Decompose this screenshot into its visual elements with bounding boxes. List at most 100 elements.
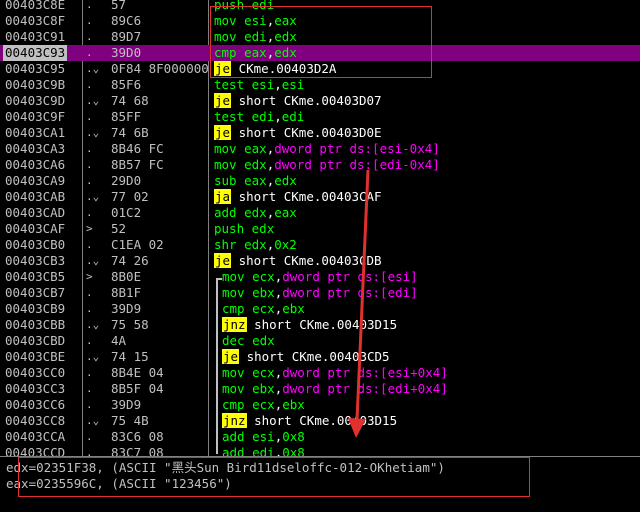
instruction-operand: 0x8	[282, 429, 305, 444]
row-flow-mark: .	[86, 110, 93, 123]
instruction-operand: dword ptr ds:[esi]	[282, 269, 418, 284]
instruction-mnemonic: mov	[214, 13, 237, 28]
instruction-mnemonic: je	[222, 349, 240, 364]
instruction-operand: edx	[251, 221, 275, 236]
info-line-edx: edx=02351F38, (ASCII "黑头Sun Bird11dselof…	[6, 460, 445, 475]
row-hex-bytes: 75 4B	[111, 413, 149, 428]
instruction-operand: edi	[244, 29, 267, 44]
instruction-mnemonic: push	[214, 221, 245, 236]
disasm-row[interactable]: 00403CBD. 4A dec edx	[0, 333, 640, 349]
row-address: 00403CBB	[5, 317, 66, 332]
row-hex-bytes: C1EA 02	[111, 237, 164, 252]
row-flow-mark: .	[86, 238, 93, 251]
instruction-operand: edx	[274, 45, 297, 60]
disasm-row[interactable]: 00403CA6. 8B57 FC mov edx,dword ptr ds:[ed…	[0, 157, 640, 173]
instruction-operand: ebx	[282, 301, 305, 316]
instruction-operand: dword ptr ds:[edi]	[282, 285, 418, 300]
instruction-mnemonic: mov	[214, 29, 237, 44]
disasm-row[interactable]: 00403CB5 >8B0E mov ecx,dword ptr ds:[esi]	[0, 269, 640, 285]
row-address: 00403CA1	[5, 125, 66, 140]
row-flow-mark: .	[86, 46, 93, 59]
instruction-operand: edx	[274, 173, 297, 188]
row-flow-mark: >	[86, 222, 93, 235]
instruction-operand: ebx	[252, 381, 275, 396]
row-instruction: mov ebx,dword ptr ds:[edi+0x4]	[222, 381, 448, 397]
disasm-row[interactable]: 00403CC8 .⌄ 75 4B jnz short CKme.00403D15	[0, 413, 640, 429]
row-instruction: mov eax,dword ptr ds:[esi-0x4]	[214, 141, 440, 157]
row-address: 00403C9F	[5, 109, 66, 124]
instruction-operand: eax	[244, 141, 267, 156]
row-instruction: je short CKme.00403D07	[214, 93, 382, 109]
instruction-operand: ebx	[282, 397, 305, 412]
disasm-row[interactable]: 00403C9B. 85F6 test esi,esi	[0, 77, 640, 93]
disasm-row[interactable]: 00403C8E. 57 push edi	[0, 0, 640, 13]
instruction-operand: short CKme.00403D07	[238, 93, 382, 108]
disasm-row[interactable]: 00403CAB .⌄ 77 02 ja short CKme.00403CAF	[0, 189, 640, 205]
disasm-row[interactable]: 00403CB3 .⌄ 74 26 je short CKme.00403CDB	[0, 253, 640, 269]
disasm-row[interactable]: 00403C9D .⌄ 74 68 je short CKme.00403D07	[0, 93, 640, 109]
disasm-row[interactable]: 00403CA3. 8B46 FC mov eax,dword ptr ds:[es…	[0, 141, 640, 157]
row-hex-bytes: 4A	[111, 333, 127, 348]
instruction-operand: edx	[244, 237, 267, 252]
row-instruction: cmp eax,edx	[214, 45, 297, 61]
row-flow-mark: .	[86, 366, 93, 379]
row-hex-bytes: 74 15	[111, 349, 149, 364]
row-address: 00403CB0	[5, 237, 66, 252]
row-flow-mark: >	[86, 270, 93, 283]
disassembly-pane[interactable]: 00403C8E. 57 push edi 00403C8F. 89C6 mov esi,…	[0, 0, 640, 460]
row-instruction: push edx	[214, 221, 274, 237]
disasm-row[interactable]: 00403CAF >52 push edx	[0, 221, 640, 237]
row-address: 00403CAB	[5, 189, 66, 204]
info-line-eax: eax=0235596C, (ASCII "123456")	[6, 476, 232, 491]
row-instruction: shr edx,0x2	[214, 237, 297, 253]
disasm-row[interactable]: 00403CB9. 39D9 cmp ecx,ebx	[0, 301, 640, 317]
row-hex-bytes: 39D9	[111, 397, 142, 412]
instruction-mnemonic: mov	[222, 269, 245, 284]
instruction-operand: esi	[251, 77, 275, 92]
row-address: 00403C93	[3, 45, 68, 61]
disasm-row[interactable]: 00403CC3. 8B5F 04 mov ebx,dword ptr ds:[ed…	[0, 381, 640, 397]
instruction-mnemonic: sub	[214, 173, 237, 188]
instruction-mnemonic: test	[214, 109, 245, 124]
disasm-row[interactable]: 00403C8F. 89C6 mov esi,eax	[0, 13, 640, 29]
instruction-mnemonic: add	[222, 429, 245, 444]
row-hex-bytes: 75 58	[111, 317, 149, 332]
disasm-row[interactable]: 00403C93. 39D0 cmp eax,edx	[0, 45, 640, 61]
disasm-row[interactable]: 00403C91. 89D7 mov edi,edx	[0, 29, 640, 45]
row-flow-mark: .	[86, 14, 93, 27]
row-address: 00403CC6	[5, 397, 66, 412]
row-flow-mark: .	[86, 286, 93, 299]
disasm-row[interactable]: 00403CB7. 8B1F mov ebx,dword ptr ds:[edi]	[0, 285, 640, 301]
row-address: 00403C95	[5, 61, 66, 76]
disasm-row[interactable]: 00403CB0. C1EA 02 shr edx,0x2	[0, 237, 640, 253]
row-hex-bytes: 89C6	[111, 13, 142, 28]
row-instruction: je short CKme.00403CD5	[222, 349, 390, 365]
disasm-row[interactable]: 00403CC0. 8B4E 04 mov ecx,dword ptr ds:[es…	[0, 365, 640, 381]
disasm-row[interactable]: 00403C9F. 85FF test edi,edi	[0, 109, 640, 125]
row-instruction: dec edx	[222, 333, 275, 349]
row-address: 00403CBD	[5, 333, 66, 348]
row-address: 00403CCA	[5, 429, 66, 444]
disasm-row[interactable]: 00403CA9. 29D0 sub eax,edx	[0, 173, 640, 189]
instruction-mnemonic: jnz	[222, 413, 247, 428]
disasm-row[interactable]: 00403CBE .⌄ 74 15 je short CKme.00403CD5	[0, 349, 640, 365]
row-instruction: je CKme.00403D2A	[214, 61, 336, 77]
instruction-mnemonic: dec	[222, 333, 245, 348]
row-instruction: jnz short CKme.00403D15	[222, 413, 397, 429]
row-hex-bytes: 8B4E 04	[111, 365, 164, 380]
row-address: 00403C9D	[5, 93, 66, 108]
disasm-row[interactable]: 00403CC6. 39D9 cmp ecx,ebx	[0, 397, 640, 413]
info-pane: edx=02351F38, (ASCII "黑头Sun Bird11dselof…	[0, 456, 640, 512]
instruction-operand: ,	[274, 77, 282, 92]
disasm-row[interactable]: 00403CAD. 01C2 add edx,eax	[0, 205, 640, 221]
disasm-row[interactable]: 00403CA1 .⌄ 74 6B je short CKme.00403D0E	[0, 125, 640, 141]
instruction-operand: dword ptr ds:[edi+0x4]	[282, 381, 448, 396]
disasm-row[interactable]: 00403C95 .⌄ 0F84 8F000000 je CKme.00403D2A	[0, 61, 640, 77]
disasm-row[interactable]: 00403CBB .⌄ 75 58 jnz short CKme.00403D15	[0, 317, 640, 333]
row-instruction: je short CKme.00403D0E	[214, 125, 382, 141]
row-instruction: jnz short CKme.00403D15	[222, 317, 397, 333]
disasm-row[interactable]: 00403CCA. 83C6 08 add esi,0x8	[0, 429, 640, 445]
instruction-operand: dword ptr ds:[esi-0x4]	[274, 141, 440, 156]
instruction-operand: ,	[274, 109, 282, 124]
instruction-operand: ecx	[252, 397, 275, 412]
